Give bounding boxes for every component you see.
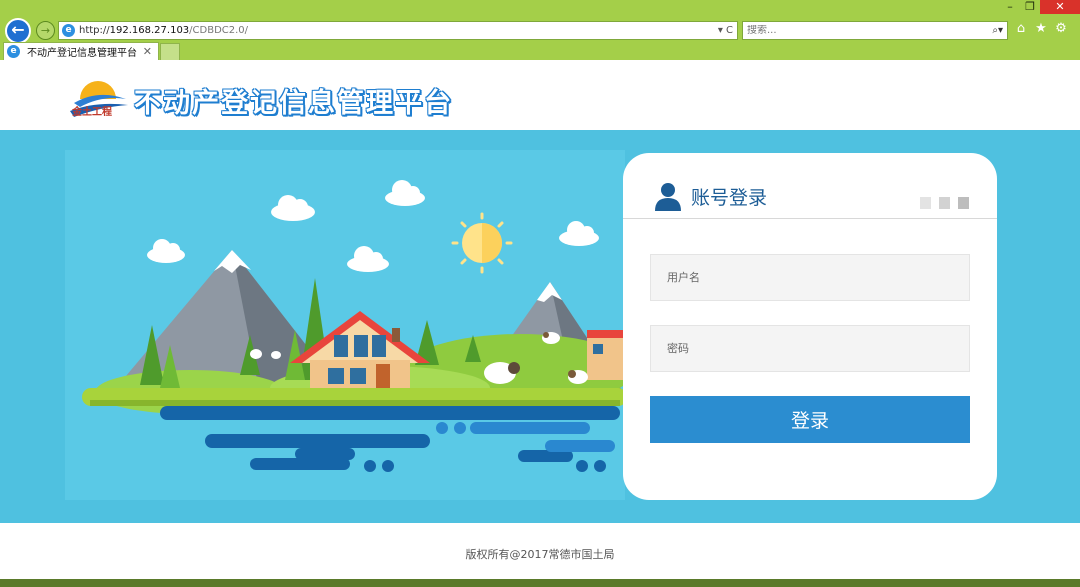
search-box[interactable]: ⌕▾ — [742, 21, 1008, 40]
back-button[interactable]: ← — [5, 18, 31, 44]
side-building — [587, 335, 627, 380]
login-mode-3[interactable] — [958, 197, 969, 209]
copyright-text: 版权所有@2017常德市国土局 — [465, 548, 615, 561]
login-mode-switcher — [920, 197, 969, 209]
hero-banner: 账号登录 登录 — [0, 130, 1080, 523]
window-controls: – ❐ ✕ — [1000, 0, 1080, 14]
user-icon — [655, 183, 681, 211]
home-icon[interactable]: ⌂ — [1014, 20, 1028, 38]
login-card: 账号登录 登录 — [623, 153, 997, 500]
login-header: 账号登录 — [623, 153, 997, 219]
back-arrow-icon: ← — [11, 20, 25, 39]
forward-arrow-icon: → — [40, 24, 51, 37]
browser-toolbar: ⌂ ★ ⚙ — [1014, 20, 1068, 38]
url-path: /CDBDC2.0/ — [189, 25, 249, 36]
site-title: 不动产登记信息管理平台 — [134, 88, 453, 119]
forward-button[interactable]: → — [36, 21, 55, 40]
tab-favicon-icon: e — [7, 45, 20, 58]
login-button[interactable]: 登录 — [650, 396, 970, 443]
logo-text: 金土工程 — [71, 105, 112, 118]
login-mode-2[interactable] — [939, 197, 950, 209]
site-logo-icon: 金土工程 — [70, 81, 128, 118]
password-input[interactable] — [650, 325, 970, 372]
tab-close-icon[interactable]: ✕ — [143, 45, 152, 58]
new-tab-button[interactable] — [160, 43, 180, 60]
close-window-button[interactable]: ✕ — [1040, 0, 1080, 14]
address-bar[interactable]: e http://192.168.27.103/CDBDC2.0/ ▾ C — [58, 21, 738, 40]
browser-tab[interactable]: e 不动产登记信息管理平台 ✕ — [3, 42, 159, 60]
page-header: 金土工程 不动产登记信息管理平台 — [0, 60, 1080, 130]
browser-chrome: – ❐ ✕ ← → e http://192.168.27.103/CDBDC2… — [0, 0, 1080, 60]
page-footer: 版权所有@2017常德市国土局 — [0, 523, 1080, 579]
restore-button[interactable]: ❐ — [1020, 0, 1040, 14]
address-url[interactable]: http://192.168.27.103/CDBDC2.0/ — [79, 25, 248, 36]
login-mode-1[interactable] — [920, 197, 931, 209]
settings-gear-icon[interactable]: ⚙ — [1054, 20, 1068, 38]
search-input[interactable] — [747, 25, 967, 36]
refresh-dropdown-icon[interactable]: ▾ C — [718, 25, 733, 36]
tab-title: 不动产登记信息管理平台 — [27, 48, 137, 59]
minimize-button[interactable]: – — [1000, 0, 1020, 14]
favorites-star-icon[interactable]: ★ — [1034, 20, 1048, 38]
url-prefix: http:// — [79, 25, 110, 36]
os-taskbar — [0, 579, 1080, 587]
search-icon[interactable]: ⌕▾ — [992, 25, 1003, 36]
ie-page-icon: e — [62, 24, 75, 37]
url-host: 192.168.27.103 — [109, 25, 190, 36]
login-title: 账号登录 — [691, 187, 768, 209]
username-input[interactable] — [650, 254, 970, 301]
